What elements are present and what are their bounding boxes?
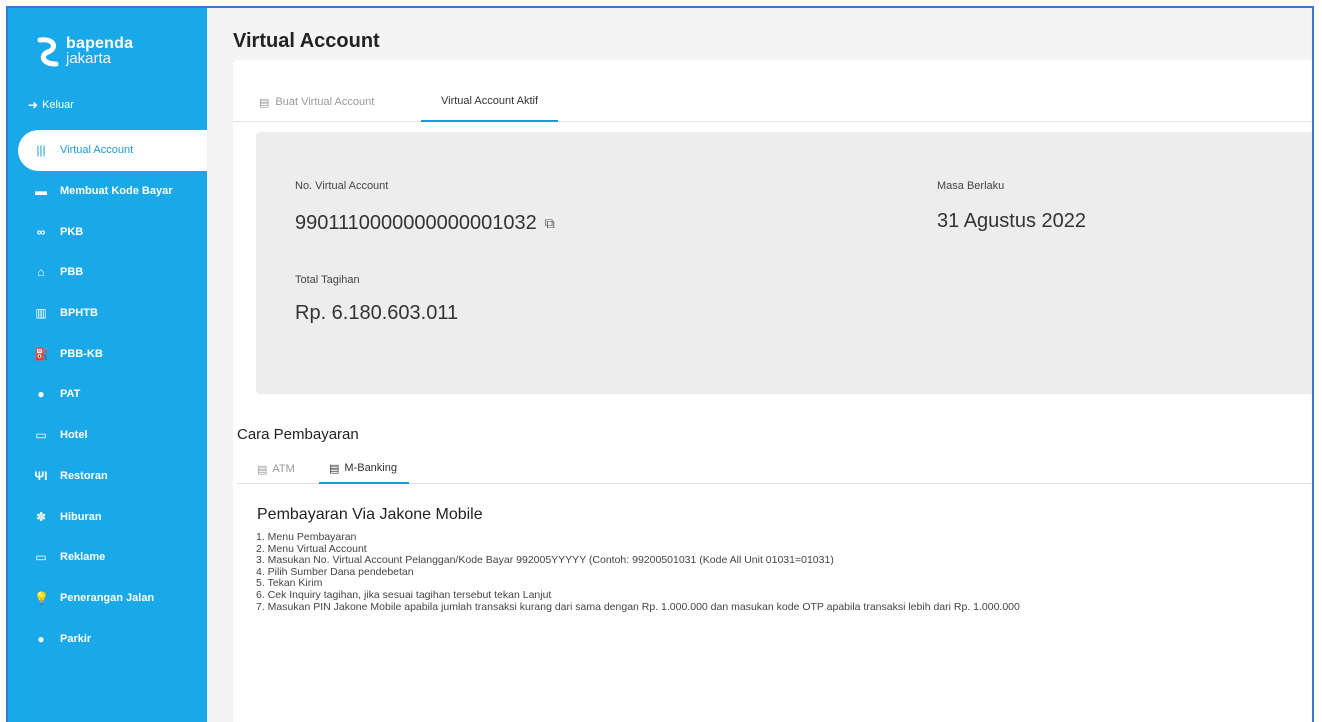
tab-virtual-account-aktif[interactable]: Virtual Account Aktif [421,82,559,122]
cutlery-icon: ΨI [34,468,48,483]
content-card: ▤ Buat Virtual Account Virtual Account A… [233,60,1312,722]
sidebar-item-label: Penerangan Jalan [60,591,155,604]
total-value: Rp. 6.180.603.011 [295,302,459,324]
sidebar-item-label: Restoran [60,469,108,482]
tab-label: Buat Virtual Account [275,96,375,108]
bed-icon: ▭ [35,428,47,443]
sidebar-item-label: Virtual Account [60,144,134,157]
list-icon: ▤ [329,462,340,475]
va-number-text: 9901110000000000001032 [295,212,537,234]
sidebar-item-virtual-account[interactable]: ||| Virtual Account [18,130,207,171]
copy-icon[interactable]: ⧉ [545,215,555,232]
water-drop-icon: ● [37,387,45,402]
logout-label: Keluar [42,99,74,111]
building-icon: ▥ [35,306,47,321]
va-number-value: 9901110000000000001032 ⧉ [295,212,555,235]
sidebar-item-hiburan[interactable]: ✽ Hiburan [18,496,207,537]
list-item: 7. Masukan PIN Jakone Mobile apabila jum… [256,600,1020,613]
film-reel-icon: ✽ [35,509,47,524]
sidebar-item-label: PAT [60,388,81,401]
expiry-label: Masa Berlaku [937,180,1005,192]
sidebar-item-label: PBB-KB [60,347,103,360]
sidebar-item-hotel[interactable]: ▭ Hotel [18,415,207,456]
list-item: 6. Cek Inquiry tagihan, jika sesuai tagi… [256,588,552,601]
sidebar-item-parkir[interactable]: ● Parkir [18,618,207,659]
page-title: Virtual Account [233,30,380,52]
list-item: 1. Menu Pembayaran [256,531,357,543]
sidebar-item-pkb[interactable]: ∞ PKB [18,211,207,252]
tab-bar: ▤ Buat Virtual Account Virtual Account A… [233,82,1312,122]
sidebar-item-label: BPHTB [60,307,98,320]
app-window: bapenda jakarta ➜ Keluar ||| Virtual Acc… [6,6,1314,722]
virtual-account-info-panel: No. Virtual Account 99011100000000000010… [256,132,1312,394]
tab-atm[interactable]: ▤ ATM [257,454,295,484]
sidebar-item-label: Reklame [60,551,106,564]
list-item: 4. Pilih Sumber Dana pendebetan [256,565,414,578]
sidebar: bapenda jakarta ➜ Keluar ||| Virtual Acc… [8,8,207,722]
payment-tab-bar: ▤ ATM ▤ M-Banking [237,454,1312,484]
expiry-value: 31 Agustus 2022 [937,210,1087,232]
total-label: Total Tagihan [295,274,360,286]
sidebar-item-label: Membuat Kode Bayar [60,185,173,198]
sidebar-item-pbb[interactable]: ⌂ PBB [18,252,207,293]
sidebar-item-label: PKB [60,225,84,238]
motorcycle-icon: ∞ [36,224,46,239]
sidebar-item-reklame[interactable]: ▭ Reklame [18,537,207,578]
sidebar-item-restoran[interactable]: ΨI Restoran [18,456,207,497]
payment-method-title: Cara Pembayaran [237,426,359,443]
lightbulb-icon: 💡 [34,590,49,605]
sidebar-item-label: Hotel [60,429,88,442]
sidebar-item-label: Hiburan [60,510,102,523]
parking-icon: ● [37,631,45,646]
sidebar-item-penerangan-jalan[interactable]: 💡 Penerangan Jalan [18,578,207,619]
payment-steps-list: 1. Menu Pembayaran 2. Menu Virtual Accou… [256,531,1020,613]
gas-pump-icon: ⛽ [34,346,49,361]
list-icon: ▤ [257,463,268,476]
sign-out-icon: ➜ [28,98,39,112]
barcode-icon: ||| [36,143,46,158]
tab-label: ATM [272,463,295,475]
home-icon: ⌂ [37,265,45,280]
sidebar-item-membuat-kode-bayar[interactable]: ▬ Membuat Kode Bayar [18,171,207,212]
tab-label: M-Banking [344,462,397,474]
tab-m-banking[interactable]: ▤ M-Banking [319,454,409,484]
tab-label: Virtual Account Aktif [441,95,539,107]
sidebar-item-bphtb[interactable]: ▥ BPHTB [18,293,207,334]
tab-buat-virtual-account[interactable]: ▤ Buat Virtual Account [259,82,374,122]
logout-button[interactable]: ➜ Keluar [28,98,74,112]
main-content: Virtual Account ▤ Buat Virtual Account V… [207,8,1312,722]
bapenda-logo-icon [37,37,59,67]
billboard-icon: ▭ [35,550,47,565]
brand-subname: jakarta [66,50,112,67]
list-icon: ▤ [259,96,270,109]
brand-logo: bapenda jakarta [36,36,133,70]
sidebar-item-pbb-kb[interactable]: ⛽ PBB-KB [18,333,207,374]
sidebar-item-label: Parkir [60,632,92,645]
sidebar-item-label: PBB [60,266,84,279]
sidebar-item-pat[interactable]: ● PAT [18,374,207,415]
brand-name: bapenda [66,35,134,52]
money-icon: ▬ [35,184,47,199]
sidebar-nav: ||| Virtual Account ▬ Membuat Kode Bayar… [18,130,207,659]
va-number-label: No. Virtual Account [295,180,389,192]
jakone-section-title: Pembayaran Via Jakone Mobile [257,506,483,523]
